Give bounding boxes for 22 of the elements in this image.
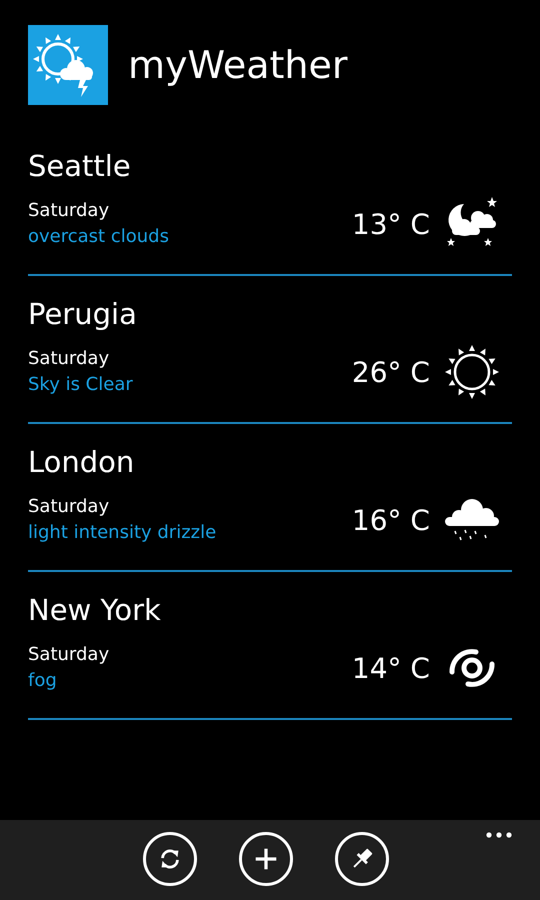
day-label: Saturday <box>28 643 110 667</box>
condition-label: overcast clouds <box>28 225 169 249</box>
app-logo-icon <box>28 25 108 105</box>
day-label: Saturday <box>28 495 110 519</box>
city-name: London <box>28 444 134 480</box>
city-name: New York <box>28 592 161 628</box>
temperature-label: 13° C <box>352 208 430 240</box>
condition-label: Sky is Clear <box>28 373 133 397</box>
app-title: myWeather <box>128 42 348 89</box>
temperature-label: 16° C <box>352 504 430 536</box>
temperature-label: 14° C <box>352 652 430 684</box>
temperature-label: 26° C <box>352 356 430 388</box>
add-button[interactable] <box>239 832 293 886</box>
city-name: Seattle <box>28 148 131 184</box>
day-label: Saturday <box>28 347 110 371</box>
condition-label: fog <box>28 669 57 693</box>
refresh-button[interactable] <box>143 832 197 886</box>
more-icon[interactable] <box>486 832 512 838</box>
city-name: Perugia <box>28 296 137 332</box>
condition-label: light intensity drizzle <box>28 521 216 545</box>
day-label: Saturday <box>28 199 110 223</box>
pin-button[interactable] <box>335 832 389 886</box>
